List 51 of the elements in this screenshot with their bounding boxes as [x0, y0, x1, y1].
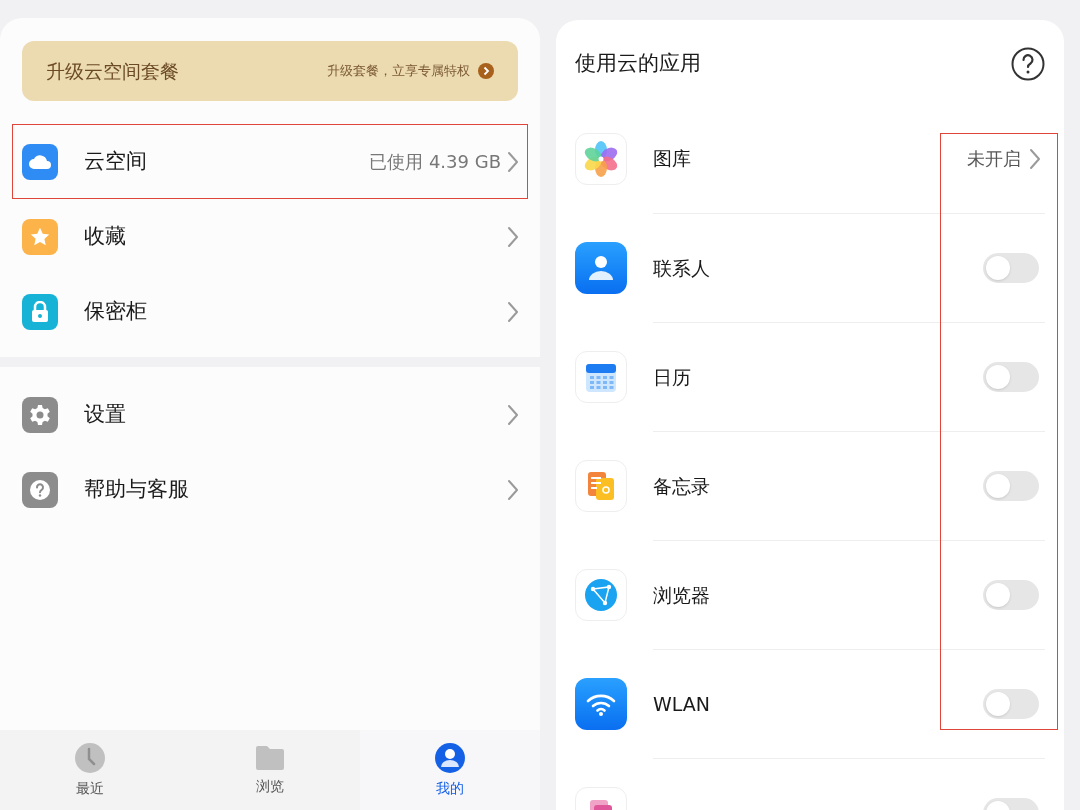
nav-tab[interactable]: 浏览 — [180, 730, 360, 810]
help-icon — [22, 471, 58, 508]
chevron-right-icon — [507, 300, 519, 323]
menu-row[interactable]: 收藏 — [12, 199, 528, 274]
menu-row[interactable]: 设置 — [12, 377, 528, 452]
app-name: 日历 — [653, 364, 692, 390]
toggle-switch[interactable] — [983, 580, 1039, 610]
arrow-circle-icon — [478, 63, 494, 79]
chevron-right-icon — [1029, 147, 1041, 170]
toggle-switch[interactable] — [983, 362, 1039, 392]
app-name: WLAN — [653, 691, 712, 717]
menu-label: 设置 — [84, 400, 127, 428]
chevron-right-icon — [507, 225, 519, 248]
notes-icon — [575, 460, 627, 512]
menu-row[interactable]: 保密柜 — [12, 274, 528, 349]
menu-label: 帮助与客服 — [84, 475, 190, 503]
globe-icon — [575, 569, 627, 621]
calendar-icon — [575, 351, 627, 403]
banner-action: 升级套餐，立享专属特权 — [327, 62, 470, 81]
app-name: 浏览器 — [653, 582, 711, 608]
banner-title: 升级云空间套餐 — [46, 58, 179, 84]
help-icon[interactable] — [1011, 47, 1045, 81]
menu-label: 云空间 — [84, 147, 148, 175]
toggle-switch[interactable] — [983, 689, 1039, 719]
storage-usage: 已使用 4.39 GB — [369, 150, 501, 174]
menu-row[interactable]: 帮助与客服 — [12, 452, 528, 527]
panel-title: 使用云的应用 — [575, 50, 701, 78]
toggle-switch[interactable] — [983, 471, 1039, 501]
cloud-icon — [22, 143, 58, 180]
app-name: 图库 — [653, 146, 692, 172]
folder-icon — [254, 743, 286, 772]
chevron-right-icon — [507, 403, 519, 426]
sync-status[interactable]: 未开启 — [967, 145, 1021, 172]
flower-icon — [575, 132, 627, 185]
toggle-switch[interactable] — [983, 253, 1039, 283]
menu-row[interactable]: 云空间 已使用 4.39 GB — [12, 124, 528, 199]
person-icon — [575, 242, 627, 294]
app-name: 备忘录 — [653, 473, 711, 499]
lock-icon — [22, 293, 58, 330]
chevron-right-icon — [507, 150, 519, 173]
nav-tab[interactable]: 我的 — [360, 730, 540, 810]
nav-tab[interactable]: 最近 — [0, 730, 180, 810]
clock-icon — [74, 741, 106, 774]
settings-icon — [22, 396, 58, 433]
upgrade-banner[interactable]: 升级云空间套餐 升级套餐，立享专属特权 — [22, 41, 518, 101]
wifi-icon — [575, 678, 627, 730]
menu-label: 保密柜 — [84, 297, 148, 325]
profile-icon — [434, 741, 466, 774]
app-name: 联系人 — [653, 255, 711, 281]
chevron-right-icon — [507, 478, 519, 501]
menu-label: 收藏 — [84, 222, 127, 250]
